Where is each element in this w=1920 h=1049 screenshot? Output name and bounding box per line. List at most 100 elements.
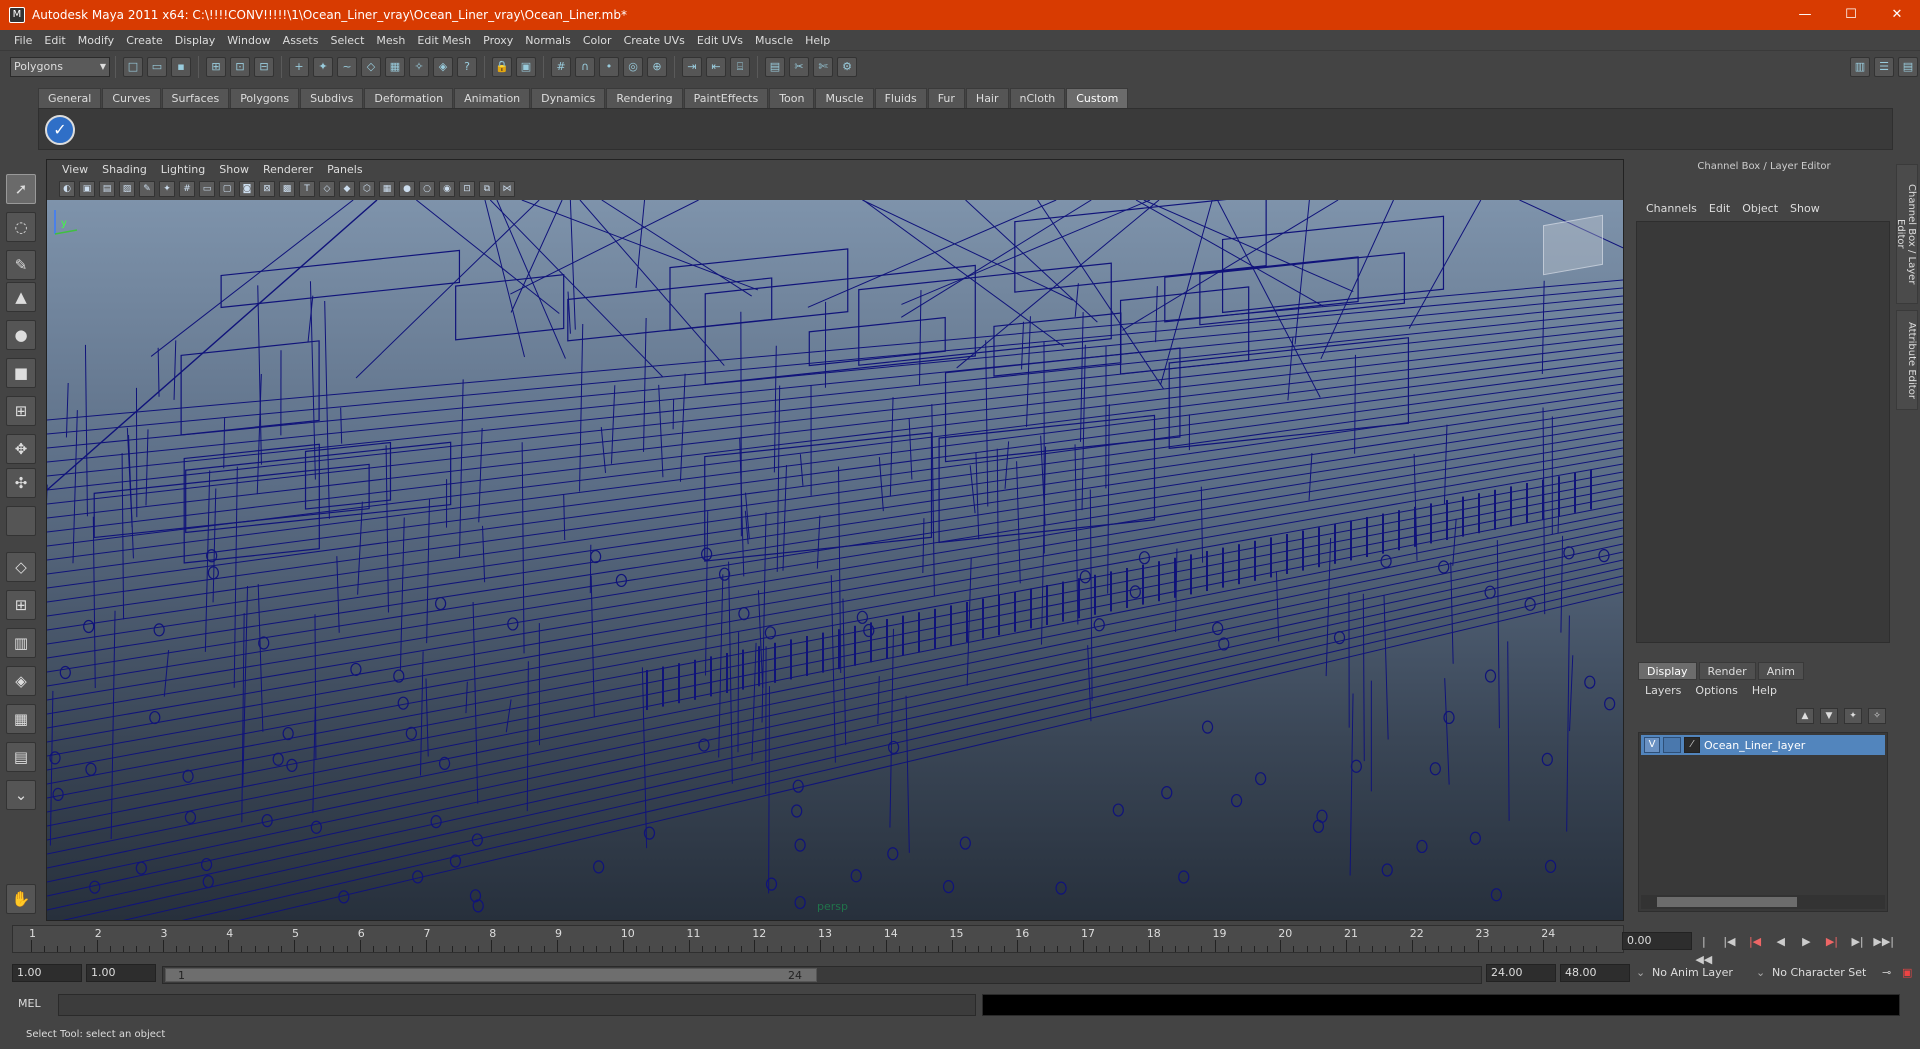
go-to-start-icon[interactable]: |◀◀	[1694, 933, 1714, 966]
smooth-shade-icon[interactable]: ◆	[339, 181, 355, 197]
rotate-tool-icon[interactable]: ●	[6, 320, 36, 350]
channel-box-menu-edit[interactable]: Edit	[1703, 202, 1736, 215]
select-curves-icon[interactable]: ~	[337, 56, 357, 77]
select-hierarchy-icon[interactable]: ⊞	[206, 56, 226, 77]
close-button[interactable]: ✕	[1874, 0, 1920, 30]
make-live-icon[interactable]: ⊕	[647, 56, 667, 77]
select-dynamics-icon[interactable]: ✧	[409, 56, 429, 77]
viewport-menu-shading[interactable]: Shading	[95, 163, 154, 176]
channel-box-area[interactable]	[1636, 221, 1890, 643]
tab-attribute-editor[interactable]: Attribute Editor	[1896, 310, 1918, 410]
single-perspective-layout-icon[interactable]: ◇	[6, 552, 36, 582]
maximize-button[interactable]: ☐	[1828, 0, 1874, 30]
step-forward-frame-icon[interactable]: ▶|	[1822, 933, 1842, 951]
menu-edit-mesh[interactable]: Edit Mesh	[411, 34, 477, 47]
shelf-tab-general[interactable]: General	[38, 88, 102, 108]
menu-create[interactable]: Create	[120, 34, 169, 47]
show-manipulator-icon[interactable]: ✣	[6, 468, 36, 498]
select-camera-icon[interactable]: ◐	[59, 181, 75, 197]
snap-point-icon[interactable]: •	[599, 56, 619, 77]
shelf-tab-dynamics[interactable]: Dynamics	[531, 88, 606, 108]
shelf-tab-surfaces[interactable]: Surfaces	[161, 88, 230, 108]
menu-proxy[interactable]: Proxy	[477, 34, 519, 47]
viewport-menu-view[interactable]: View	[55, 163, 95, 176]
open-scene-icon[interactable]: ▭	[147, 56, 167, 77]
highlight-selection-icon[interactable]: ▣	[516, 56, 536, 77]
outliner-persp-layout-icon[interactable]: ▤	[6, 742, 36, 772]
grease-pencil-icon[interactable]: ✎	[139, 181, 155, 197]
snap-view-plane-icon[interactable]: ◎	[623, 56, 643, 77]
move-layer-down-icon[interactable]: ▼	[1820, 708, 1838, 724]
tab-display[interactable]: Display	[1638, 662, 1697, 680]
menu-muscle[interactable]: Muscle	[749, 34, 799, 47]
shelf-tab-polygons[interactable]: Polygons	[230, 88, 300, 108]
select-tool-icon[interactable]: ➚	[6, 174, 36, 204]
animation-start-field[interactable]: 1.00	[12, 964, 82, 982]
shelf-tab-animation[interactable]: Animation	[454, 88, 531, 108]
command-input[interactable]	[58, 994, 976, 1016]
lasso-tool-icon[interactable]: ◌	[6, 212, 36, 242]
shelf-tab-fluids[interactable]: Fluids	[874, 88, 927, 108]
save-scene-icon[interactable]: ▪	[171, 56, 191, 77]
input-ops-icon[interactable]: ⇥	[682, 56, 702, 77]
shelf-tab-curves[interactable]: Curves	[102, 88, 161, 108]
menu-modify[interactable]: Modify	[72, 34, 120, 47]
time-slider[interactable]: 1 2 3 4 5 6 7 8 9 10 11 12 13 14 15 16 17 18 19 20 21 22 23 24	[12, 925, 1624, 953]
toggle-channel-box-icon[interactable]: ▤	[1898, 56, 1918, 77]
step-back-key-icon[interactable]: |◀	[1720, 933, 1740, 951]
playback-end-field[interactable]: 24.00	[1486, 964, 1556, 982]
toggle-panel-icon[interactable]: ▥	[1850, 56, 1870, 77]
select-rendering-icon[interactable]: ◈	[433, 56, 453, 77]
render-frame-icon[interactable]: ✂	[789, 56, 809, 77]
four-view-layout-icon[interactable]: ⊞	[6, 590, 36, 620]
menu-set-dropdown[interactable]: Polygons ▼	[10, 56, 110, 77]
viewport-menu-renderer[interactable]: Renderer	[256, 163, 320, 176]
shelf-tab-toon[interactable]: Toon	[769, 88, 815, 108]
output-ops-icon[interactable]: ⇤	[706, 56, 726, 77]
character-set-dropdown[interactable]: No Character Set	[1772, 964, 1866, 982]
xray-joints-icon[interactable]: ⋈	[499, 181, 515, 197]
auto-key-icon[interactable]: ▣	[1902, 964, 1912, 982]
play-backwards-icon[interactable]: ◀	[1771, 933, 1791, 951]
menu-mesh[interactable]: Mesh	[370, 34, 411, 47]
xray-icon[interactable]: ⧉	[479, 181, 495, 197]
menu-normals[interactable]: Normals	[519, 34, 577, 47]
create-empty-layer-icon[interactable]: ✦	[1844, 708, 1862, 724]
viewport-menu-lighting[interactable]: Lighting	[154, 163, 212, 176]
menu-help[interactable]: Help	[799, 34, 836, 47]
shadows-icon[interactable]: ○	[419, 181, 435, 197]
select-object-icon[interactable]: ⊡	[230, 56, 250, 77]
perspective-viewport[interactable]: View Shading Lighting Show Renderer Pane…	[46, 159, 1624, 921]
shelf-tab-subdivs[interactable]: Subdivs	[300, 88, 364, 108]
default-lighting-icon[interactable]: ◉	[439, 181, 455, 197]
menu-edit[interactable]: Edit	[38, 34, 71, 47]
layer-menu-layers[interactable]: Layers	[1638, 684, 1688, 697]
channel-box-menu-show[interactable]: Show	[1784, 202, 1826, 215]
select-handles-icon[interactable]: +	[289, 56, 309, 77]
menu-file[interactable]: File	[8, 34, 38, 47]
isolate-select-icon[interactable]: ⊡	[459, 181, 475, 197]
channel-box-menu-channels[interactable]: Channels	[1640, 202, 1703, 215]
range-slider-thumb[interactable]: 1 24	[165, 968, 817, 982]
select-misc-icon[interactable]: ?	[457, 56, 477, 77]
safe-title-icon[interactable]: T	[299, 181, 315, 197]
lock-selection-icon[interactable]: 🔒	[492, 56, 512, 77]
layout-expand-icon[interactable]: ⌄	[6, 780, 36, 810]
menu-display[interactable]: Display	[169, 34, 222, 47]
create-layer-from-selected-icon[interactable]: ✧	[1868, 708, 1886, 724]
scrollbar-thumb[interactable]	[1657, 897, 1797, 907]
select-joints-icon[interactable]: ✦	[313, 56, 333, 77]
shelf-tab-muscle[interactable]: Muscle	[815, 88, 874, 108]
render-view-icon[interactable]: ▤	[765, 56, 785, 77]
menu-window[interactable]: Window	[221, 34, 276, 47]
menu-assets[interactable]: Assets	[277, 34, 325, 47]
layer-menu-help[interactable]: Help	[1745, 684, 1784, 697]
viewport-menu-show[interactable]: Show	[212, 163, 256, 176]
soft-modification-icon[interactable]: ✥	[6, 434, 36, 464]
shelf-tab-rendering[interactable]: Rendering	[606, 88, 683, 108]
shelf-tab-ncloth[interactable]: nCloth	[1009, 88, 1066, 108]
channel-box-menu-object[interactable]: Object	[1736, 202, 1784, 215]
gate-mask-icon[interactable]: ◙	[239, 181, 255, 197]
playback-start-field[interactable]: 1.00	[86, 964, 156, 982]
layer-color-swatch[interactable]: ⁄	[1684, 737, 1700, 753]
